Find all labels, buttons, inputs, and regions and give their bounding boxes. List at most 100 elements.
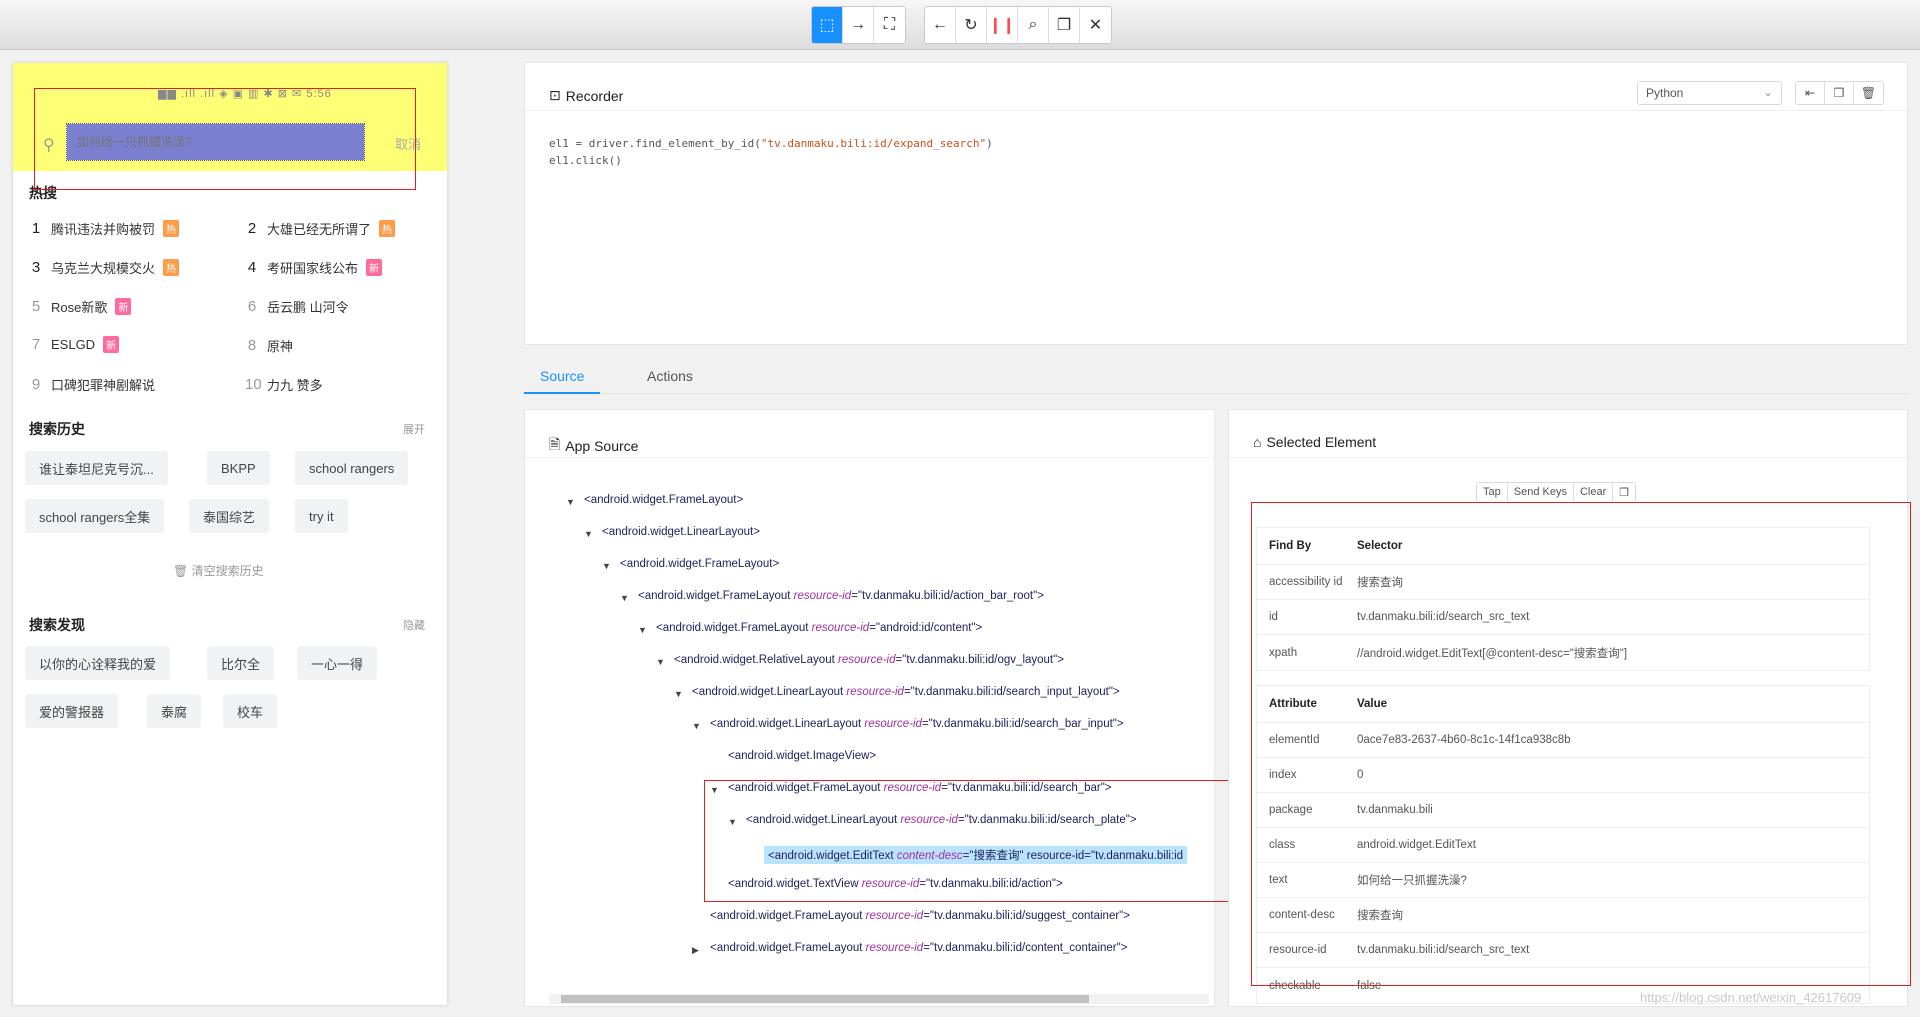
tab-source[interactable]: Source (524, 368, 601, 394)
send-keys-button[interactable]: Send Keys (1507, 483, 1574, 502)
node-tag: <android.widget.FrameLayout (710, 910, 866, 922)
hot-search-item[interactable]: 2 大雄已经无所谓了热 (245, 219, 396, 238)
source-tree-node[interactable]: <android.widget.FrameLayout> (584, 494, 743, 506)
history-chip[interactable]: school rangers全集 (25, 499, 165, 533)
hot-search-item[interactable]: 4 考研国家线公布新 (245, 258, 383, 277)
search-icon[interactable]: ⌕ (1018, 7, 1049, 43)
source-tree-node[interactable]: <android.widget.LinearLayout resource-id… (746, 814, 1137, 826)
history-chip[interactable]: school rangers (295, 451, 409, 485)
hot-search-item[interactable]: 10 力九 赞多 (245, 375, 323, 394)
discover-chip[interactable]: 泰腐 (147, 694, 202, 728)
caret-down-icon[interactable]: ▼ (692, 721, 701, 731)
copy-xml-icon[interactable]: ❐ (1049, 7, 1080, 43)
hot-search-item[interactable]: 5 Rose新歌新 (29, 297, 132, 316)
caret-down-icon[interactable]: ▼ (566, 497, 575, 507)
horizontal-scrollbar[interactable] (549, 994, 1209, 1004)
row-value[interactable]: //android.widget.EditText[@content-desc=… (1357, 645, 1627, 661)
source-tree-node[interactable]: <android.widget.FrameLayout resource-id=… (710, 910, 1130, 922)
row-value[interactable]: tv.danmaku.bili:id/search_src_text (1357, 944, 1529, 956)
table-header-cell: Find By (1269, 540, 1312, 552)
hot-search-item[interactable]: 8 原神 (245, 336, 293, 355)
caret-down-icon[interactable]: ▼ (602, 561, 611, 571)
discover-chip[interactable]: 校车 (223, 694, 278, 728)
show-boilerplate-icon[interactable]: ⇤ (1796, 82, 1825, 104)
source-tree-node[interactable]: <android.widget.LinearLayout resource-id… (692, 686, 1120, 698)
row-value[interactable]: android.widget.EditText (1357, 839, 1476, 851)
history-chip[interactable]: 谁让泰坦尼克号沉... (25, 451, 168, 485)
select-icon[interactable]: ⬚ (812, 7, 843, 43)
search-input[interactable] (66, 123, 365, 161)
tap-by-coords-icon[interactable]: ⛶ (874, 7, 905, 43)
caret-down-icon[interactable]: ▼ (728, 817, 737, 827)
caret-down-icon[interactable]: ▼ (638, 625, 647, 635)
source-tree-node[interactable]: <android.widget.ImageView> (728, 750, 876, 762)
back-icon[interactable]: ← (925, 7, 956, 43)
caret-down-icon[interactable]: ▼ (710, 785, 719, 795)
caret-down-icon[interactable]: ▼ (584, 529, 593, 539)
history-chip[interactable]: 泰国综艺 (189, 499, 270, 533)
caret-down-icon[interactable]: ▼ (656, 657, 665, 667)
hide-discover-button[interactable]: 隐藏 (403, 617, 425, 633)
discover-chip[interactable]: 一心一得 (297, 646, 378, 680)
hot-text: ESLGD (51, 337, 96, 352)
row-value[interactable]: 搜索查询 (1357, 574, 1403, 590)
hot-search-item[interactable]: 1 腾讯违法并购被罚热 (29, 219, 180, 238)
row-key: id (1269, 611, 1278, 623)
cancel-button[interactable]: 取消 (395, 134, 421, 153)
history-chip[interactable]: BKPP (207, 451, 270, 485)
row-value[interactable]: false (1357, 980, 1381, 992)
clear-history-button[interactable]: 🗑 清空搜索历史 (173, 562, 264, 579)
caret-down-icon[interactable]: ▼ (620, 593, 629, 603)
source-tree-node[interactable]: <android.widget.FrameLayout resource-id=… (638, 590, 1044, 602)
pause-icon[interactable]: ❙❙ (987, 7, 1018, 43)
history-chip[interactable]: try it (295, 499, 348, 533)
source-tree-node[interactable]: <android.widget.TextView resource-id="tv… (728, 878, 1063, 890)
hot-search-item[interactable]: 9 口碑犯罪神剧解说 (29, 375, 155, 394)
row-value[interactable]: 如何给一只抓握洗澡? (1357, 872, 1467, 888)
node-attr-name: resource-id (861, 878, 920, 890)
scrollbar-thumb[interactable] (561, 995, 1089, 1003)
device-screenshot[interactable]: ▆▆ .ıll .ıll ◈ ▣ ▥ ✱ ⊠ ✉ 5:56 ⚲ 取消 热搜 1腾… (12, 62, 448, 1006)
row-key: accessibility id (1269, 576, 1343, 588)
caret-down-icon[interactable]: ▼ (674, 689, 683, 699)
source-tree-node[interactable]: <android.widget.LinearLayout resource-id… (710, 718, 1124, 730)
source-tree-node[interactable]: <android.widget.EditText content-desc="搜… (764, 846, 1188, 864)
source-tree-node[interactable]: <android.widget.LinearLayout> (602, 526, 760, 538)
discover-chip[interactable]: 比尔全 (207, 646, 275, 680)
discover-chip[interactable]: 以你的心诠释我的爱 (25, 646, 171, 680)
row-value[interactable]: tv.danmaku.bili (1357, 804, 1433, 816)
copy-code-icon[interactable]: ❐ (1825, 82, 1854, 104)
tap-button[interactable]: Tap (1477, 483, 1508, 502)
row-value[interactable]: 0 (1357, 769, 1363, 781)
row-value[interactable]: 搜索查询 (1357, 907, 1403, 923)
hot-search-item[interactable]: 7 ESLGD 新 (29, 336, 120, 353)
node-tag: <android.widget.FrameLayout (638, 590, 794, 602)
clear-button[interactable]: Clear (1573, 483, 1614, 502)
source-tree-node[interactable]: <android.widget.FrameLayout resource-id=… (710, 942, 1127, 954)
hot-text: 大雄已经无所谓了 (267, 222, 372, 237)
node-attr-name: resource-id (883, 782, 942, 794)
swipe-icon[interactable]: → (843, 7, 874, 43)
node-attr-value: ="tv.danmaku.bili:id/action_bar_root"> (851, 590, 1044, 602)
source-tree-node[interactable]: <android.widget.RelativeLayout resource-… (674, 654, 1064, 666)
row-value[interactable]: tv.danmaku.bili:id/search_src_text (1357, 611, 1529, 623)
hot-search-item[interactable]: 6 岳云鹏 山河令 (245, 297, 349, 316)
terminal-icon: ⊡ (549, 87, 561, 103)
source-tree-node[interactable]: <android.widget.FrameLayout> (620, 558, 779, 570)
attribute-row: text 如何给一只抓握洗澡? (1257, 863, 1869, 898)
caret-right-icon[interactable]: ▶ (692, 945, 699, 956)
node-tag: <android.widget.FrameLayout> (584, 494, 744, 506)
expand-history-button[interactable]: 展开 (403, 421, 425, 437)
hot-search-item[interactable]: 3 乌克兰大规模交火热 (29, 258, 180, 277)
discover-chip[interactable]: 爱的警报器 (25, 694, 119, 728)
language-select[interactable]: Python ⌄ (1637, 81, 1782, 105)
tab-actions[interactable]: Actions (631, 368, 709, 392)
close-icon[interactable]: ✕ (1080, 7, 1111, 43)
app-source-panel: 🗎 App Source ▼ <android.widget.FrameLayout… (524, 409, 1215, 1007)
source-tree-node[interactable]: <android.widget.FrameLayout resource-id=… (728, 782, 1112, 794)
row-value[interactable]: 0ace7e83-2637-4b60-8c1c-14f1ca938c8b (1357, 734, 1571, 746)
source-tree-node[interactable]: <android.widget.FrameLayout resource-id=… (656, 622, 982, 634)
copy-attributes-icon[interactable]: ❐ (1613, 483, 1636, 502)
refresh-icon[interactable]: ↻ (956, 7, 987, 43)
clear-actions-icon[interactable]: 🗑 (1854, 82, 1883, 104)
